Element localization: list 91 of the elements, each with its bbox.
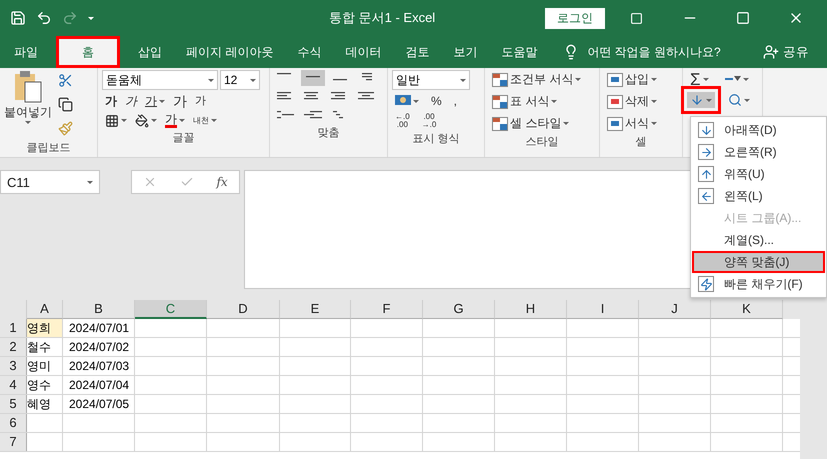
insert-function-button[interactable]: fx (216, 175, 228, 189)
italic-button[interactable]: 가 (122, 94, 140, 108)
font-size-field[interactable]: 12 (220, 70, 260, 90)
number-format-field[interactable]: 일반 (392, 70, 470, 90)
column-header[interactable]: H (495, 300, 567, 319)
phonetic-button[interactable]: 내천 (190, 116, 220, 126)
ribbon-tab[interactable]: 데이터 (333, 36, 394, 68)
user-add-icon[interactable] (763, 44, 779, 60)
tell-me-field[interactable]: 어떤 작업을 원하시나요? (587, 44, 721, 60)
autosum-button[interactable]: Σ (687, 70, 712, 89)
table-cell: 2024/07/01 (63, 319, 135, 337)
name-box[interactable]: C11 (0, 170, 100, 194)
font-color-button[interactable]: 가 (162, 112, 188, 129)
menu-item[interactable]: 오른쪽(R) (692, 141, 825, 163)
column-header[interactable]: C (135, 300, 207, 319)
font-name-field[interactable]: 돋움체 (102, 70, 218, 90)
underline-button[interactable]: 가 (142, 94, 168, 108)
cell-menu-button[interactable]: 서식 (604, 114, 660, 133)
caret-icon[interactable] (88, 16, 94, 20)
row-header[interactable]: 4 (0, 376, 27, 394)
table-style-icon[interactable] (492, 72, 508, 86)
window-title: 통합 문서1 - Excel (329, 9, 436, 27)
row-header[interactable]: 2 (0, 338, 27, 356)
table-cell: 철수 (27, 338, 63, 356)
menu-item[interactable]: 왼쪽(L) (692, 185, 825, 207)
table-style-icon[interactable] (492, 116, 508, 130)
group-label: 스타일 (524, 135, 560, 150)
cell-menu-button[interactable]: 삽입 (604, 70, 660, 89)
ribbon-tab[interactable]: 수식 (285, 36, 334, 68)
column-header[interactable]: F (351, 300, 423, 319)
table-cell: 혜영 (27, 395, 63, 413)
table-style-icon[interactable] (492, 94, 508, 108)
cell-menu-button[interactable]: 삭제 (604, 92, 660, 111)
ribbon-tab[interactable]: 도움말 (489, 36, 550, 68)
menu-item[interactable]: 빠른 채우기(F) (692, 273, 825, 295)
group-label: 글꼴 (172, 131, 196, 146)
sign-in-button[interactable]: 로그인 (545, 8, 606, 28)
row-header[interactable]: 5 (0, 395, 27, 413)
table-cell: 영미 (27, 357, 63, 375)
ribbon-tab[interactable]: 삽입 (126, 36, 174, 68)
table-cell: 2024/07/02 (63, 338, 135, 356)
undo-icon[interactable] (36, 10, 52, 26)
menu-item[interactable]: 계열(S)... (692, 229, 825, 251)
ribbon-tab[interactable]: 검토 (393, 36, 442, 68)
table-cell: 2024/07/04 (63, 376, 135, 394)
table-cell: 영수 (27, 376, 63, 394)
column-header[interactable]: I (567, 300, 639, 319)
column-header[interactable]: A (27, 300, 63, 319)
style-menu-button[interactable]: 셀 스타일 (489, 114, 572, 133)
ribbon-tab[interactable]: 파일 (2, 36, 50, 68)
shrink-font-button[interactable]: 가 (192, 94, 209, 108)
group-label: 클립보드 (26, 141, 72, 156)
column-header[interactable]: D (207, 300, 280, 319)
decrease-decimal-button[interactable]: .00 →.0 (418, 112, 440, 130)
ribbon-tab[interactable]: 보기 (441, 36, 490, 68)
menu-item[interactable]: 위쪽(U) (692, 163, 825, 185)
style-menu-button[interactable]: 표 서식 (489, 92, 560, 111)
menu-item[interactable]: 아래쪽(D) (692, 119, 825, 141)
row-header[interactable]: 7 (0, 433, 27, 451)
ribbon-tab[interactable]: 페이지 레이아웃 (174, 36, 286, 68)
column-header[interactable]: K (711, 300, 783, 319)
group-label: 셀 (634, 135, 648, 150)
save-icon[interactable] (10, 10, 26, 26)
lightning-icon (698, 276, 714, 292)
ribbon-tab[interactable]: 홈 (56, 36, 120, 68)
cell-grid-icon[interactable] (607, 94, 623, 108)
fill-button[interactable] (687, 92, 715, 108)
table-cell: 2024/07/03 (63, 357, 135, 375)
style-menu-button[interactable]: 조건부 서식 (489, 70, 584, 89)
column-header[interactable]: E (280, 300, 351, 319)
clipboard-icon[interactable] (13, 70, 43, 104)
row-header[interactable]: 1 (0, 319, 27, 337)
row-header[interactable]: 3 (0, 357, 27, 375)
column-header[interactable]: J (639, 300, 711, 319)
increase-decimal-button[interactable]: ←.0 .00 (392, 112, 413, 130)
share-button[interactable]: 공유 (757, 36, 815, 68)
bold-button[interactable]: 가 (102, 94, 120, 108)
table-cell: 2024/07/05 (63, 395, 135, 413)
group-label: 표시 형식 (411, 132, 461, 147)
table-cell: 영희 (27, 319, 63, 337)
menu-item[interactable]: 양쪽 맞춤(J) (692, 251, 825, 273)
column-header[interactable]: B (63, 300, 135, 319)
group-label: 맞춤 (316, 126, 340, 141)
grow-font-button[interactable]: 가 (170, 93, 190, 109)
comma-button[interactable]: , (450, 93, 460, 109)
column-header[interactable]: G (423, 300, 495, 319)
paste-button[interactable]: 붙여넣기 (4, 70, 52, 139)
percent-button[interactable]: % (428, 93, 445, 109)
row-header[interactable]: 6 (0, 414, 27, 432)
cell-grid-icon[interactable] (607, 72, 623, 86)
cell-grid-icon[interactable] (607, 116, 623, 130)
